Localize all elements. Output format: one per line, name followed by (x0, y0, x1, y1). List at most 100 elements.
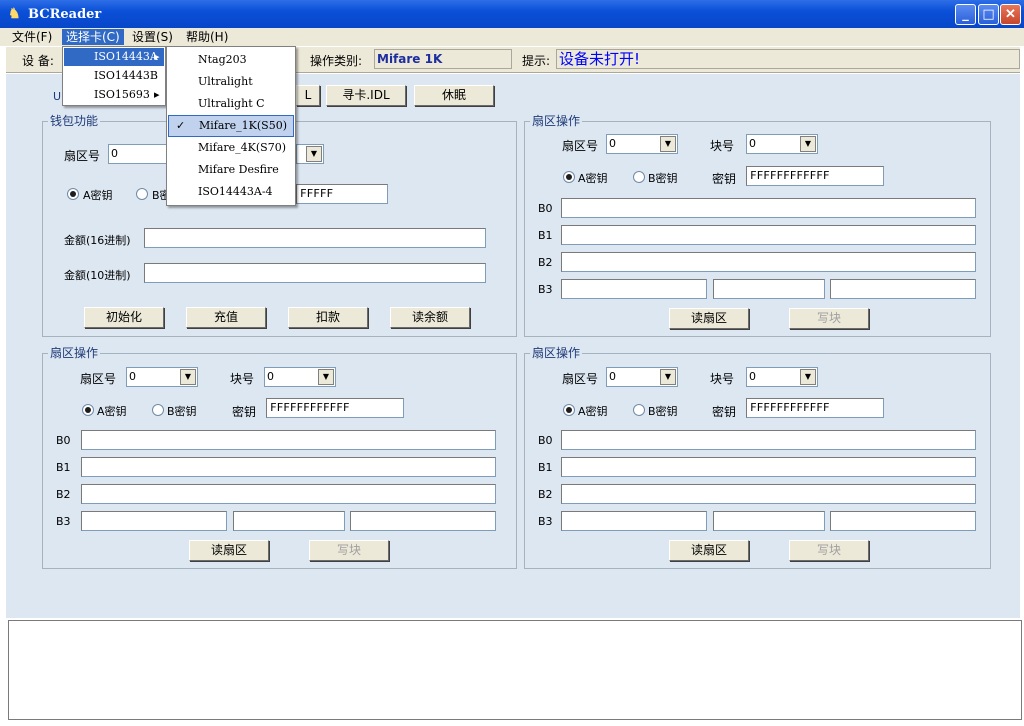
menu-bar: 文件(F) 选择卡(C) 设置(S) 帮助(H) (0, 28, 1024, 46)
key-label: 密钥 (712, 405, 737, 419)
read-sector-button[interactable]: 读扇区 (669, 308, 749, 329)
b3-input-a[interactable] (561, 511, 707, 531)
b3-input-c[interactable] (830, 511, 976, 531)
chevron-down-icon: ▼ (800, 369, 816, 385)
block-select[interactable]: 0 ▼ (746, 367, 818, 387)
menu-item-iso15693[interactable]: ISO15693 ▸ (64, 85, 164, 105)
log-area[interactable] (8, 620, 1022, 720)
b3-label: B3 (538, 515, 553, 528)
b3-input-b[interactable] (713, 279, 825, 299)
menu-settings[interactable]: 设置(S) (128, 29, 177, 45)
b3-input-a[interactable] (561, 279, 707, 299)
key-b-radio[interactable] (152, 404, 164, 416)
submenu-item-ultralight-c[interactable]: Ultralight C (168, 93, 294, 115)
b3-input-a[interactable] (81, 511, 227, 531)
key-b-radio[interactable] (633, 171, 645, 183)
write-block-button[interactable]: 写块 (309, 540, 389, 561)
close-button[interactable]: ✕ (1000, 4, 1021, 25)
wallet-title: 钱包功能 (48, 114, 101, 128)
submenu-item-mifare-4k[interactable]: Mifare_4K(S70) (168, 137, 294, 159)
submenu-item-ntag203[interactable]: Ntag203 (168, 49, 294, 71)
key-b-radio[interactable] (633, 404, 645, 416)
write-block-button[interactable]: 写块 (789, 308, 869, 329)
b2-input[interactable] (561, 252, 976, 272)
b3-input-b[interactable] (233, 511, 345, 531)
key-b-label: B密钥 (167, 405, 197, 418)
checkmark-icon: ✓ (176, 119, 186, 132)
read-sector-button[interactable]: 读扇区 (189, 540, 269, 561)
sleep-button[interactable]: 休眠 (414, 85, 494, 106)
key-a-label: A密钥 (578, 172, 608, 185)
submenu-item-iso14443a-4[interactable]: ISO14443A-4 (168, 181, 294, 203)
key-input[interactable]: FFFFFFFFFFFF (266, 398, 404, 418)
sector-label: 扇区号 (80, 372, 117, 386)
menu-item-iso14443a[interactable]: ISO14443A ▸ (64, 48, 164, 66)
b3-input-c[interactable] (830, 279, 976, 299)
wallet-sector-label: 扇区号 (64, 149, 101, 163)
key-a-radio[interactable] (563, 404, 575, 416)
wallet-key-a-label: A密钥 (83, 189, 113, 202)
key-input[interactable]: FFFFFFFFFFFF (746, 166, 884, 186)
find-card-button[interactable]: 寻卡.IDL (326, 85, 406, 106)
sector-title-bottom-left: 扇区操作 (48, 346, 101, 360)
block-select[interactable]: 0 ▼ (746, 134, 818, 154)
title-bar[interactable]: ♞ BCReader _ □ ✕ (0, 0, 1024, 28)
b1-input[interactable] (561, 225, 976, 245)
write-block-button[interactable]: 写块 (789, 540, 869, 561)
key-a-radio[interactable] (82, 404, 94, 416)
window-title: BCReader (28, 7, 102, 22)
select-card-menu: ISO14443A ▸ ISO14443B ISO15693 ▸ (62, 46, 166, 106)
minimize-button[interactable]: _ (955, 4, 976, 25)
sector-select[interactable]: 0 ▼ (606, 134, 678, 154)
b3-input-b[interactable] (713, 511, 825, 531)
menu-help[interactable]: 帮助(H) (182, 29, 232, 45)
b2-label: B2 (56, 488, 71, 501)
chevron-down-icon: ▼ (660, 369, 676, 385)
b0-input[interactable] (81, 430, 496, 450)
b3-label: B3 (538, 283, 553, 296)
amount-dec-label: 金额(10进制) (64, 269, 131, 282)
submenu-item-mifare-desfire[interactable]: Mifare Desfire (168, 159, 294, 181)
read-balance-button[interactable]: 读余额 (390, 307, 470, 328)
wallet-key-b-radio[interactable] (136, 188, 148, 200)
init-button[interactable]: 初始化 (84, 307, 164, 328)
b0-input[interactable] (561, 430, 976, 450)
menu-file[interactable]: 文件(F) (8, 29, 56, 45)
b2-input[interactable] (81, 484, 496, 504)
wallet-key-a-radio[interactable] (67, 188, 79, 200)
submenu-item-mifare-1k[interactable]: ✓ Mifare_1K(S50) (168, 115, 294, 137)
sector-label: 扇区号 (562, 139, 599, 153)
wallet-sector-select[interactable]: 0 (108, 144, 172, 164)
card-type-submenu: Ntag203 Ultralight Ultralight C ✓ Mifare_… (166, 46, 296, 206)
amount-hex-input[interactable] (144, 228, 486, 248)
sector-select[interactable]: 0 ▼ (606, 367, 678, 387)
b1-label: B1 (538, 229, 553, 242)
b3-input-c[interactable] (350, 511, 496, 531)
wallet-key-input[interactable]: FFFFF (296, 184, 388, 204)
menu-select-card[interactable]: 选择卡(C) (62, 29, 124, 45)
amount-hex-label: 金额(16进制) (64, 234, 131, 247)
key-label: 密钥 (712, 172, 737, 186)
b2-input[interactable] (561, 484, 976, 504)
chevron-down-icon: ▼ (318, 369, 334, 385)
read-sector-button[interactable]: 读扇区 (669, 540, 749, 561)
key-b-label: B密钥 (648, 405, 678, 418)
menu-item-iso14443b[interactable]: ISO14443B (64, 66, 164, 86)
l-button[interactable]: L (296, 85, 320, 106)
block-select[interactable]: 0 ▼ (264, 367, 336, 387)
submenu-item-ultralight[interactable]: Ultralight (168, 71, 294, 93)
minimize-icon: _ (962, 7, 969, 22)
amount-dec-input[interactable] (144, 263, 486, 283)
maximize-button[interactable]: □ (978, 4, 999, 25)
device-label: 设 备: (22, 54, 54, 68)
b1-input[interactable] (81, 457, 496, 477)
wallet-block-select[interactable]: ▼ (296, 144, 324, 164)
key-input[interactable]: FFFFFFFFFFFF (746, 398, 884, 418)
b0-input[interactable] (561, 198, 976, 218)
b1-input[interactable] (561, 457, 976, 477)
deduct-button[interactable]: 扣款 (288, 307, 368, 328)
key-a-label: A密钥 (578, 405, 608, 418)
sector-select[interactable]: 0 ▼ (126, 367, 198, 387)
recharge-button[interactable]: 充值 (186, 307, 266, 328)
key-a-radio[interactable] (563, 171, 575, 183)
